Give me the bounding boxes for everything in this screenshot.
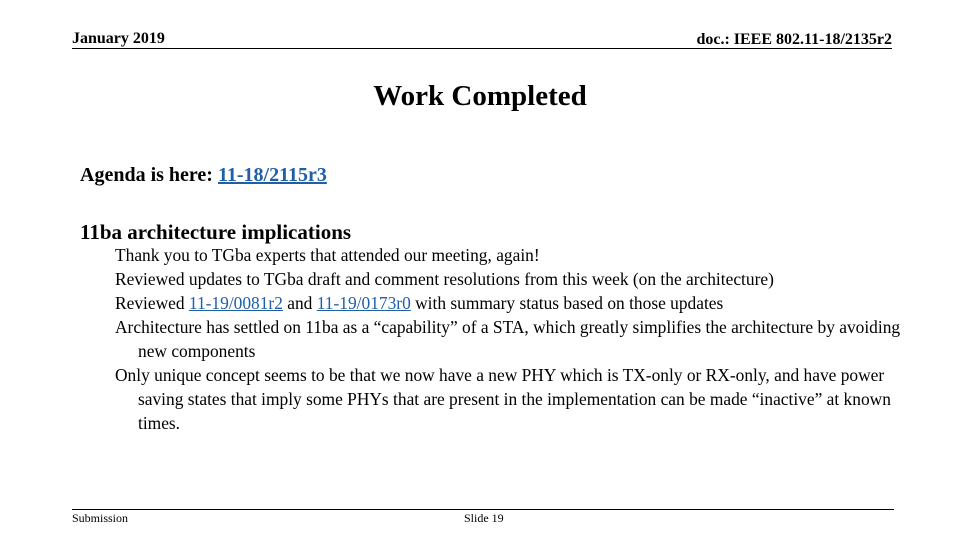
bullet-item: Only unique concept seems to be that we … (115, 365, 891, 433)
bullet-text: and (282, 293, 317, 313)
header-date: January 2019 (72, 30, 165, 47)
agenda-link[interactable]: 11-18/2115r3 (218, 164, 327, 186)
agenda-label: Agenda is here: (80, 164, 218, 186)
footer-divider (72, 509, 894, 510)
bullet-item: Reviewed 11-19/0081r2 and 11-19/0173r0 w… (115, 291, 905, 315)
doc-link-0081r2[interactable]: 11-19/0081r2 (189, 293, 283, 313)
slide-title: Work Completed (373, 80, 587, 112)
bullet-item: Reviewed updates to TGba draft and comme… (115, 269, 774, 289)
bullet-item: Thank you to TGba experts that attended … (115, 245, 540, 265)
header-doc-id: doc.: IEEE 802.11-18/2135r2 (696, 31, 892, 48)
agenda-line: Agenda is here: 11-18/2115r3 (80, 164, 327, 187)
doc-link-0173r0[interactable]: 11-19/0173r0 (317, 293, 411, 313)
header-divider (72, 48, 892, 49)
footer-submission: Submission (72, 511, 129, 525)
bullet-text: with summary status based on those updat… (410, 293, 724, 313)
bullet-text: Reviewed (115, 293, 189, 313)
section-heading: 11ba architecture implications (80, 220, 352, 244)
bullet-item: Architecture has settled on 11ba as a “c… (115, 317, 901, 361)
bullet-list: Thank you to TGba experts that attended … (115, 243, 905, 435)
footer-slide-number: Slide 19 (464, 511, 504, 525)
